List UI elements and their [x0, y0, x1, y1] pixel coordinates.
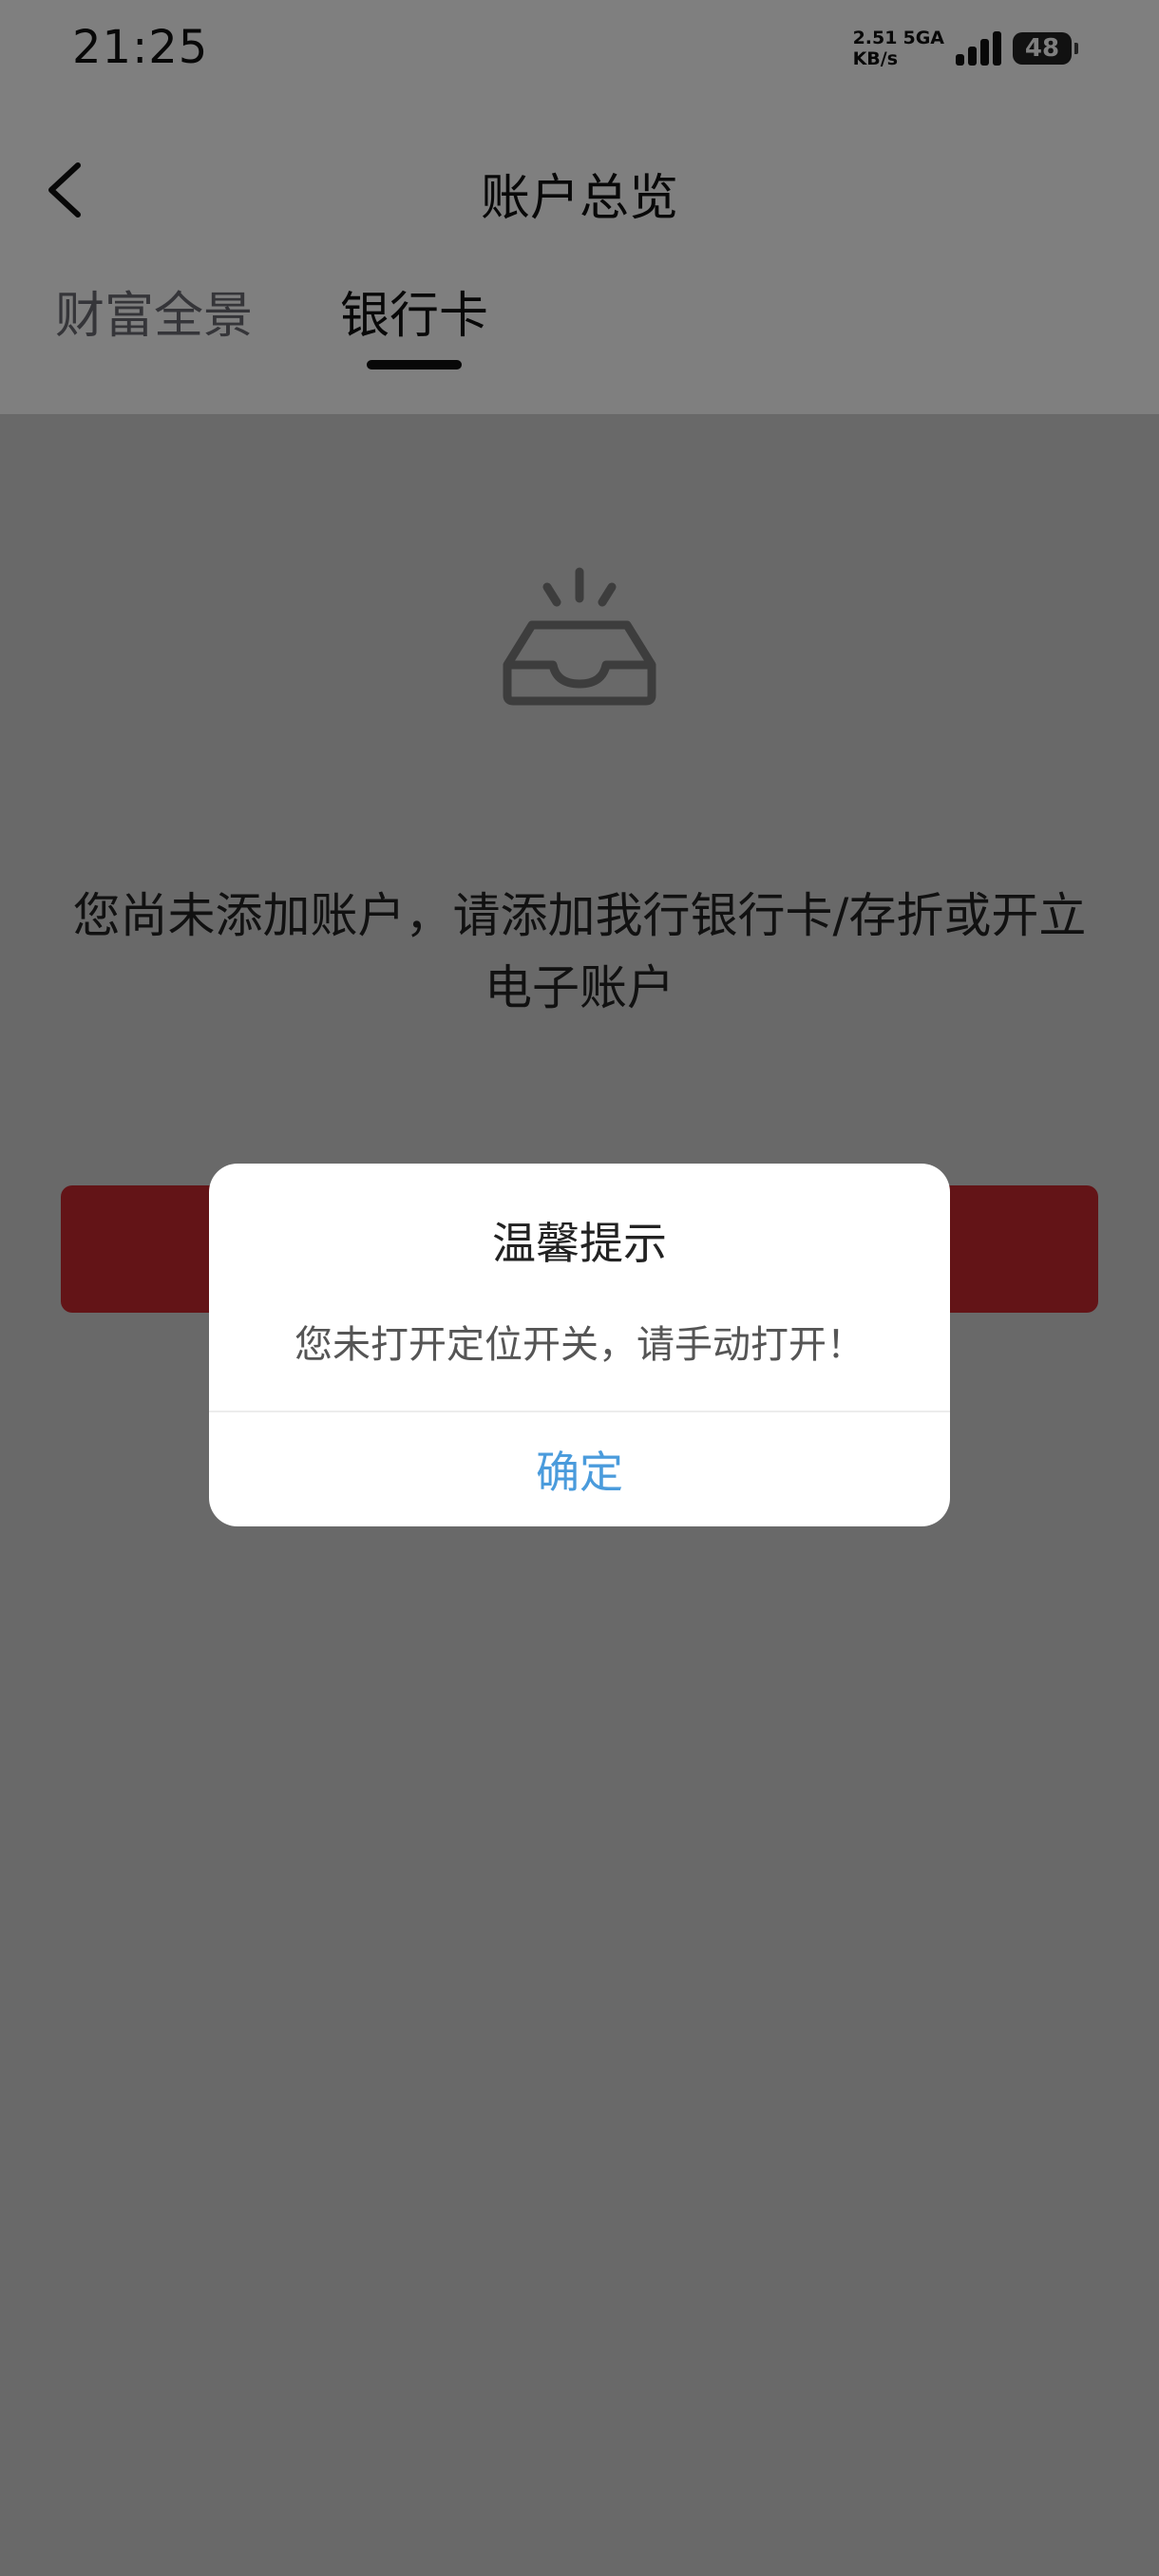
dialog-title: 温馨提示	[492, 1218, 667, 1269]
location-alert-dialog: 温馨提示 您未打开定位开关，请手动打开！ 确定	[209, 1164, 950, 1526]
confirm-button[interactable]: 确定	[209, 1412, 950, 1526]
app-screen: 21:25 2.51 5GA KB/s 48	[0, 0, 1159, 2576]
dialog-message: 您未打开定位开关，请手动打开！	[294, 1323, 864, 1367]
